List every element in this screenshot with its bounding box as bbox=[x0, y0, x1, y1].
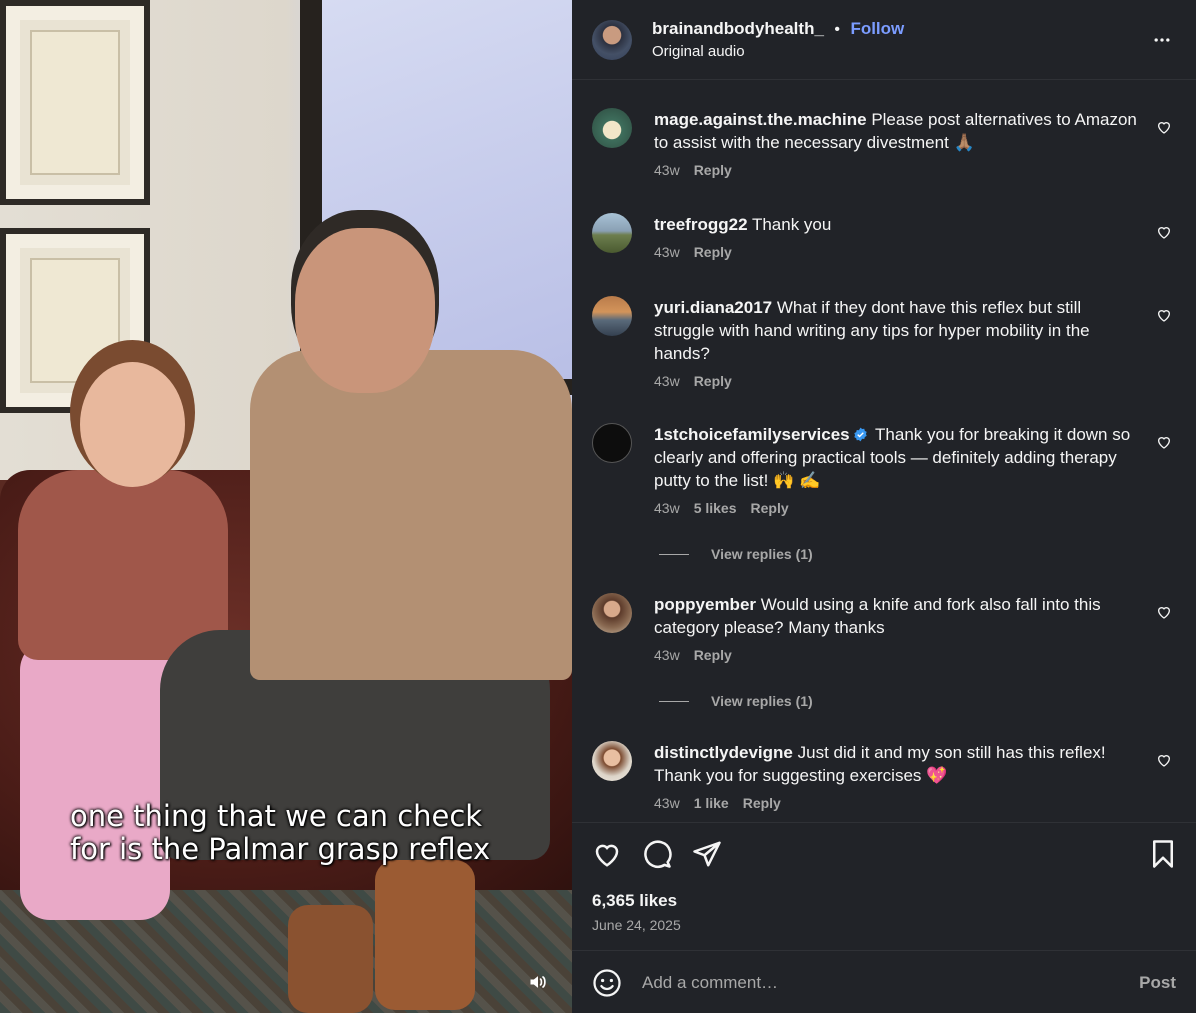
author-avatar[interactable] bbox=[592, 19, 632, 60]
heart-icon[interactable] bbox=[1156, 119, 1172, 135]
view-replies-line bbox=[659, 700, 689, 702]
video-caption: one thing that we can check for is the P… bbox=[70, 800, 550, 866]
follow-button[interactable]: Follow bbox=[850, 19, 904, 38]
comment-list[interactable]: mage.against.the.machine Please post alt… bbox=[572, 81, 1196, 821]
comment-item: mage.against.the.machine Please post alt… bbox=[592, 108, 1172, 178]
video-girl bbox=[20, 640, 170, 920]
comment-body: distinctlydevigne Just did it and my son… bbox=[654, 741, 1142, 787]
comment-body: poppyember Would using a knife and fork … bbox=[654, 593, 1142, 639]
comment-likes[interactable]: 5 likes bbox=[694, 500, 737, 516]
comment-age[interactable]: 43w bbox=[654, 162, 680, 178]
comment-meta: 43w Reply bbox=[654, 647, 1172, 663]
comment-text: Thank you bbox=[751, 215, 832, 234]
comment-age[interactable]: 43w bbox=[654, 647, 680, 663]
speaker-icon[interactable] bbox=[528, 972, 548, 992]
comment-meta: 43w 5 likes Reply bbox=[654, 500, 1172, 516]
comment-body: treefrogg22 Thank you bbox=[654, 213, 1142, 236]
video-certificate-frame bbox=[0, 0, 150, 205]
post-side-panel: brainandbodyhealth_ • Follow Original au… bbox=[572, 0, 1196, 1013]
video-shoe bbox=[288, 905, 373, 1013]
comment-item: 1stchoicefamilyservices Thank you for br… bbox=[592, 423, 1172, 516]
heart-icon[interactable] bbox=[1156, 752, 1172, 768]
post-likes-count[interactable]: 6,365 likes bbox=[592, 891, 677, 911]
reply-button[interactable]: Reply bbox=[694, 244, 732, 260]
comment-composer: Post bbox=[572, 950, 1196, 1013]
comment-age[interactable]: 43w bbox=[654, 244, 680, 260]
paper-plane-icon[interactable] bbox=[692, 839, 722, 869]
comment-username[interactable]: treefrogg22 bbox=[654, 215, 748, 234]
comment-username[interactable]: poppyember bbox=[654, 595, 756, 614]
heart-icon[interactable] bbox=[592, 839, 622, 869]
post-actions: 6,365 likes June 24, 2025 bbox=[572, 822, 1196, 950]
comment-likes[interactable]: 1 like bbox=[694, 795, 729, 811]
view-replies-label: View replies (1) bbox=[711, 546, 813, 562]
post-comment-button[interactable]: Post bbox=[1139, 973, 1176, 993]
bookmark-icon[interactable] bbox=[1148, 839, 1178, 869]
comment-age[interactable]: 43w bbox=[654, 500, 680, 516]
comment-age[interactable]: 43w bbox=[654, 373, 680, 389]
author-meta: brainandbodyhealth_ • Follow Original au… bbox=[652, 19, 904, 60]
comment-body: 1stchoicefamilyservices Thank you for br… bbox=[654, 423, 1142, 492]
comment-item: distinctlydevigne Just did it and my son… bbox=[592, 741, 1172, 811]
commenter-avatar[interactable] bbox=[592, 741, 632, 781]
heart-icon[interactable] bbox=[1156, 307, 1172, 323]
verified-badge-icon bbox=[853, 427, 867, 442]
reply-button[interactable]: Reply bbox=[694, 162, 732, 178]
comment-meta: 43w Reply bbox=[654, 244, 1172, 260]
comment-input[interactable] bbox=[642, 971, 1102, 995]
separator-dot: • bbox=[834, 21, 840, 38]
more-options-icon[interactable] bbox=[1152, 30, 1172, 50]
comment-meta: 43w 1 like Reply bbox=[654, 795, 1172, 811]
comment-username[interactable]: 1stchoicefamilyservices bbox=[654, 425, 850, 444]
commenter-avatar[interactable] bbox=[592, 423, 632, 463]
commenter-avatar[interactable] bbox=[592, 296, 632, 336]
comment-meta: 43w Reply bbox=[654, 373, 1172, 389]
comment-item: poppyember Would using a knife and fork … bbox=[592, 593, 1172, 663]
video-girl bbox=[80, 362, 185, 487]
commenter-avatar[interactable] bbox=[592, 108, 632, 148]
reel-video[interactable]: one thing that we can check for is the P… bbox=[0, 0, 572, 1013]
comment-username[interactable]: distinctlydevigne bbox=[654, 743, 793, 762]
video-man bbox=[250, 350, 572, 680]
reply-button[interactable]: Reply bbox=[694, 373, 732, 389]
heart-icon[interactable] bbox=[1156, 604, 1172, 620]
view-replies-button[interactable]: View replies (1) bbox=[659, 546, 813, 562]
reply-button[interactable]: Reply bbox=[694, 647, 732, 663]
heart-icon[interactable] bbox=[1156, 224, 1172, 240]
comment-body: yuri.diana2017 What if they dont have th… bbox=[654, 296, 1142, 365]
comment-bubble-icon[interactable] bbox=[642, 839, 672, 869]
emoji-icon[interactable] bbox=[592, 968, 622, 998]
comment-username[interactable]: yuri.diana2017 bbox=[654, 298, 772, 317]
commenter-avatar[interactable] bbox=[592, 213, 632, 253]
comment-age[interactable]: 43w bbox=[654, 795, 680, 811]
commenter-avatar[interactable] bbox=[592, 593, 632, 633]
video-girl bbox=[18, 470, 228, 660]
video-caption-line: one thing that we can check bbox=[70, 799, 483, 833]
post-header: brainandbodyhealth_ • Follow Original au… bbox=[572, 0, 1196, 80]
author-username[interactable]: brainandbodyhealth_ bbox=[652, 19, 824, 38]
comment-meta: 43w Reply bbox=[654, 162, 1172, 178]
comment-username[interactable]: mage.against.the.machine bbox=[654, 110, 867, 129]
comment-item: yuri.diana2017 What if they dont have th… bbox=[592, 296, 1172, 389]
post-date[interactable]: June 24, 2025 bbox=[592, 917, 681, 933]
comment-item: treefrogg22 Thank you 43w Reply bbox=[592, 213, 1172, 260]
reply-button[interactable]: Reply bbox=[743, 795, 781, 811]
video-man bbox=[295, 228, 435, 393]
view-replies-button[interactable]: View replies (1) bbox=[659, 693, 813, 709]
video-shoe bbox=[375, 860, 475, 1010]
heart-icon[interactable] bbox=[1156, 434, 1172, 450]
video-caption-line: for is the Palmar grasp reflex bbox=[70, 832, 491, 866]
reply-button[interactable]: Reply bbox=[751, 500, 789, 516]
view-replies-line bbox=[659, 553, 689, 555]
comment-body: mage.against.the.machine Please post alt… bbox=[654, 108, 1142, 154]
audio-label[interactable]: Original audio bbox=[652, 43, 904, 60]
view-replies-label: View replies (1) bbox=[711, 693, 813, 709]
